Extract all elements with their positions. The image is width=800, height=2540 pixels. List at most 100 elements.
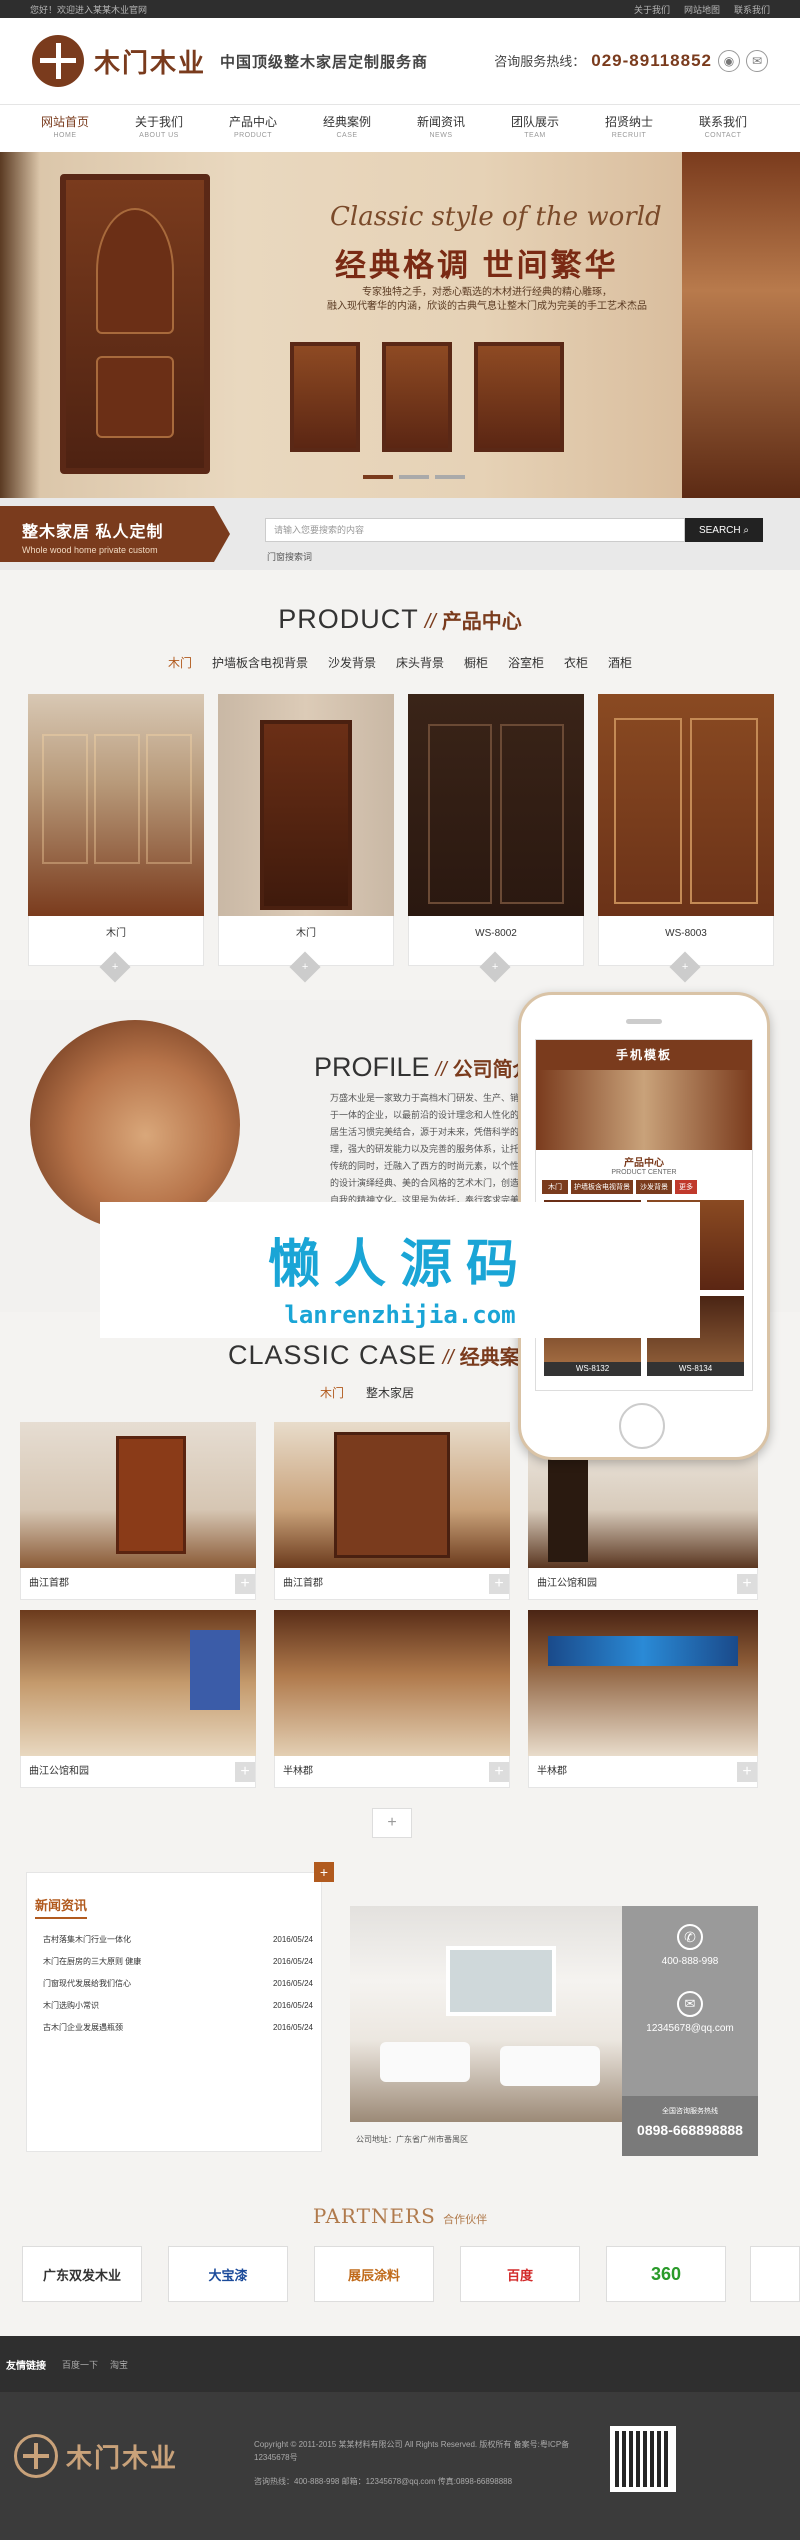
product-tab[interactable]: 床头背景 <box>396 654 444 671</box>
friend-link[interactable]: 百度一下 <box>62 2358 98 2371</box>
banner-door-row <box>290 342 564 452</box>
phone-tab-more[interactable]: 更多 <box>675 1180 697 1194</box>
nav-team[interactable]: 团队展示 TEAM <box>488 115 582 143</box>
phone-tab[interactable]: 沙发背景 <box>636 1180 672 1194</box>
product-card[interactable]: WS-8002 <box>408 694 584 966</box>
hotline-label-footer: 全国咨询服务热线 <box>662 2108 718 2115</box>
news-list: 古村落集木门行业一体化 2016/05/24 木门在厨房的三大原则 健康 2016/… <box>27 1919 321 2039</box>
search-icon: ⌕ <box>743 524 750 536</box>
custom-tag-title: 整木家居 私人定制 <box>22 524 164 541</box>
product-heading: PRODUCT//产品中心 <box>0 604 800 635</box>
title-slash: // <box>435 1059 447 1081</box>
case-tab[interactable]: 木门 <box>320 1384 344 1401</box>
phone-icon: ✆ <box>677 1924 703 1950</box>
nav-about[interactable]: 关于我们 ABOUT US <box>112 115 206 143</box>
plus-icon[interactable]: + <box>489 1574 509 1594</box>
banner-dot[interactable] <box>363 475 393 479</box>
product-tab[interactable]: 沙发背景 <box>328 654 376 671</box>
news-item[interactable]: 门窗现代发展给我们信心 2016/05/24 <box>27 1973 321 1995</box>
news-item[interactable]: 木门选购小常识 2016/05/24 <box>27 1995 321 2017</box>
friend-links: 友情链接 百度一下 淘宝 <box>0 2336 800 2392</box>
banner-right-cabinet <box>682 152 800 498</box>
case-card[interactable]: 曲江公馆和园 + <box>20 1610 256 1788</box>
search-input[interactable]: 请输入您要搜索的内容 <box>265 518 685 542</box>
news-more-button[interactable]: + <box>314 1862 334 1882</box>
phone-product-name: WS-8132 <box>544 1362 641 1376</box>
news-item[interactable]: 木门在厨房的三大原则 健康 2016/05/24 <box>27 1951 321 1973</box>
case-name: 曲江首郡 <box>283 1578 323 1589</box>
top-link-about[interactable]: 关于我们 <box>634 3 670 16</box>
case-tab[interactable]: 整木家居 <box>366 1384 414 1401</box>
search-strip: 整木家居 私人定制 Whole wood home private custom… <box>0 498 800 570</box>
contact-email: 12345678@qq.com <box>646 2023 734 2034</box>
partner-logo[interactable]: 大宝漆 <box>168 2246 288 2302</box>
top-links: 关于我们 网站地图 联系我们 <box>620 3 770 16</box>
logo[interactable]: 木门木业 中国顶级整木家居定制服务商 <box>32 35 428 87</box>
phone-banner <box>536 1070 752 1150</box>
partner-logo[interactable]: 百度 <box>460 2246 580 2302</box>
footer-logo-icon <box>14 2434 58 2478</box>
footer-copyright: Copyright © 2011-2015 某某材料有限公司 All Right… <box>254 2440 570 2462</box>
friend-link[interactable]: 淘宝 <box>110 2358 128 2371</box>
product-tab[interactable]: 衣柜 <box>564 654 588 671</box>
news-header: 新闻资讯 <box>27 1873 321 1919</box>
top-link-sitemap[interactable]: 网站地图 <box>684 3 720 16</box>
product-tab[interactable]: 橱柜 <box>464 654 488 671</box>
partner-logo[interactable]: 广东双发木业 <box>22 2246 142 2302</box>
nav-home[interactable]: 网站首页 HOME <box>18 115 112 143</box>
plus-icon[interactable]: + <box>737 1574 757 1594</box>
product-tab[interactable]: 木门 <box>168 654 192 671</box>
nav-product[interactable]: 产品中心 PRODUCT <box>206 115 300 143</box>
banner-desc: 专家独特之手，对悉心甄选的木材进行经典的精心雕琢， 融入现代奢华的内涵，欣谈的古… <box>327 287 647 312</box>
nav-news[interactable]: 新闻资讯 NEWS <box>394 115 488 143</box>
product-card[interactable]: 木门 <box>28 694 204 966</box>
nav-case[interactable]: 经典案例 CASE <box>300 115 394 143</box>
weibo-icon[interactable]: ◉ <box>718 50 740 72</box>
case-image <box>528 1610 758 1756</box>
banner-en-title: Classic style of the world <box>330 202 662 232</box>
news-item[interactable]: 古村落集木门行业一体化 2016/05/24 <box>27 1929 321 1951</box>
banner-dot[interactable] <box>435 475 465 479</box>
plus-icon[interactable]: + <box>235 1762 255 1782</box>
plus-icon[interactable]: + <box>235 1574 255 1594</box>
wechat-icon[interactable]: ✉ <box>746 50 768 72</box>
friend-links-label: 友情链接 <box>6 2360 46 2372</box>
hot-words[interactable]: 门窗搜索词 <box>267 550 312 563</box>
footer-logo[interactable]: 木门木业 <box>14 2434 178 2478</box>
product-title-cn: 产品中心 <box>441 611 522 633</box>
phone-tab[interactable]: 木门 <box>542 1180 568 1194</box>
custom-tag-sub: Whole wood home private custom <box>22 545 158 555</box>
case-card[interactable]: 曲江首郡 + <box>20 1422 256 1600</box>
product-tab[interactable]: 护墙板含电视背景 <box>212 654 308 671</box>
nav-recruit[interactable]: 招贤纳士 RECRUIT <box>582 115 676 143</box>
nav-contact[interactable]: 联系我们 CONTACT <box>676 115 770 143</box>
partners-title-cn: 合作伙伴 <box>443 2214 488 2226</box>
banner-dot[interactable] <box>399 475 429 479</box>
profile-heading: PROFILE//公司简介 <box>314 1052 533 1083</box>
phone-tab[interactable]: 护墙板含电视背景 <box>571 1180 633 1194</box>
case-card[interactable]: 半林郡 + <box>528 1610 758 1788</box>
plus-icon[interactable]: + <box>737 1762 757 1782</box>
banner-small-door <box>474 342 564 452</box>
phone-captions: WS-8132 WS-8134 <box>536 1362 752 1376</box>
top-link-contact[interactable]: 联系我们 <box>734 3 770 16</box>
product-tab[interactable]: 酒柜 <box>608 654 632 671</box>
case-card[interactable]: 曲江首郡 + <box>274 1422 510 1600</box>
case-card[interactable]: 半林郡 + <box>274 1610 510 1788</box>
product-card[interactable]: WS-8003 <box>598 694 774 966</box>
search-button[interactable]: SEARCH ⌕ <box>685 518 763 542</box>
banner-pager[interactable] <box>360 468 468 482</box>
product-image <box>408 694 584 916</box>
case-more-button[interactable]: + <box>372 1808 412 1838</box>
partner-logo[interactable]: 展辰涂料 <box>314 2246 434 2302</box>
hero-banner[interactable]: Classic style of the world 经典格调 世间繁华 专家独… <box>0 152 800 498</box>
qr-code <box>610 2426 676 2492</box>
product-card[interactable]: 木门 <box>218 694 394 966</box>
watermark-banner: 懒人源码 lanrenzhijia.com <box>100 1202 700 1338</box>
news-item[interactable]: 古木门企业发展遇瓶颈 2016/05/24 <box>27 2017 321 2039</box>
phone-product-name: WS-8134 <box>647 1362 744 1376</box>
product-tab[interactable]: 浴室柜 <box>508 654 544 671</box>
plus-icon[interactable]: + <box>489 1762 509 1782</box>
partner-logo-partial[interactable] <box>750 2246 800 2302</box>
partner-logo[interactable]: 360 <box>606 2246 726 2302</box>
